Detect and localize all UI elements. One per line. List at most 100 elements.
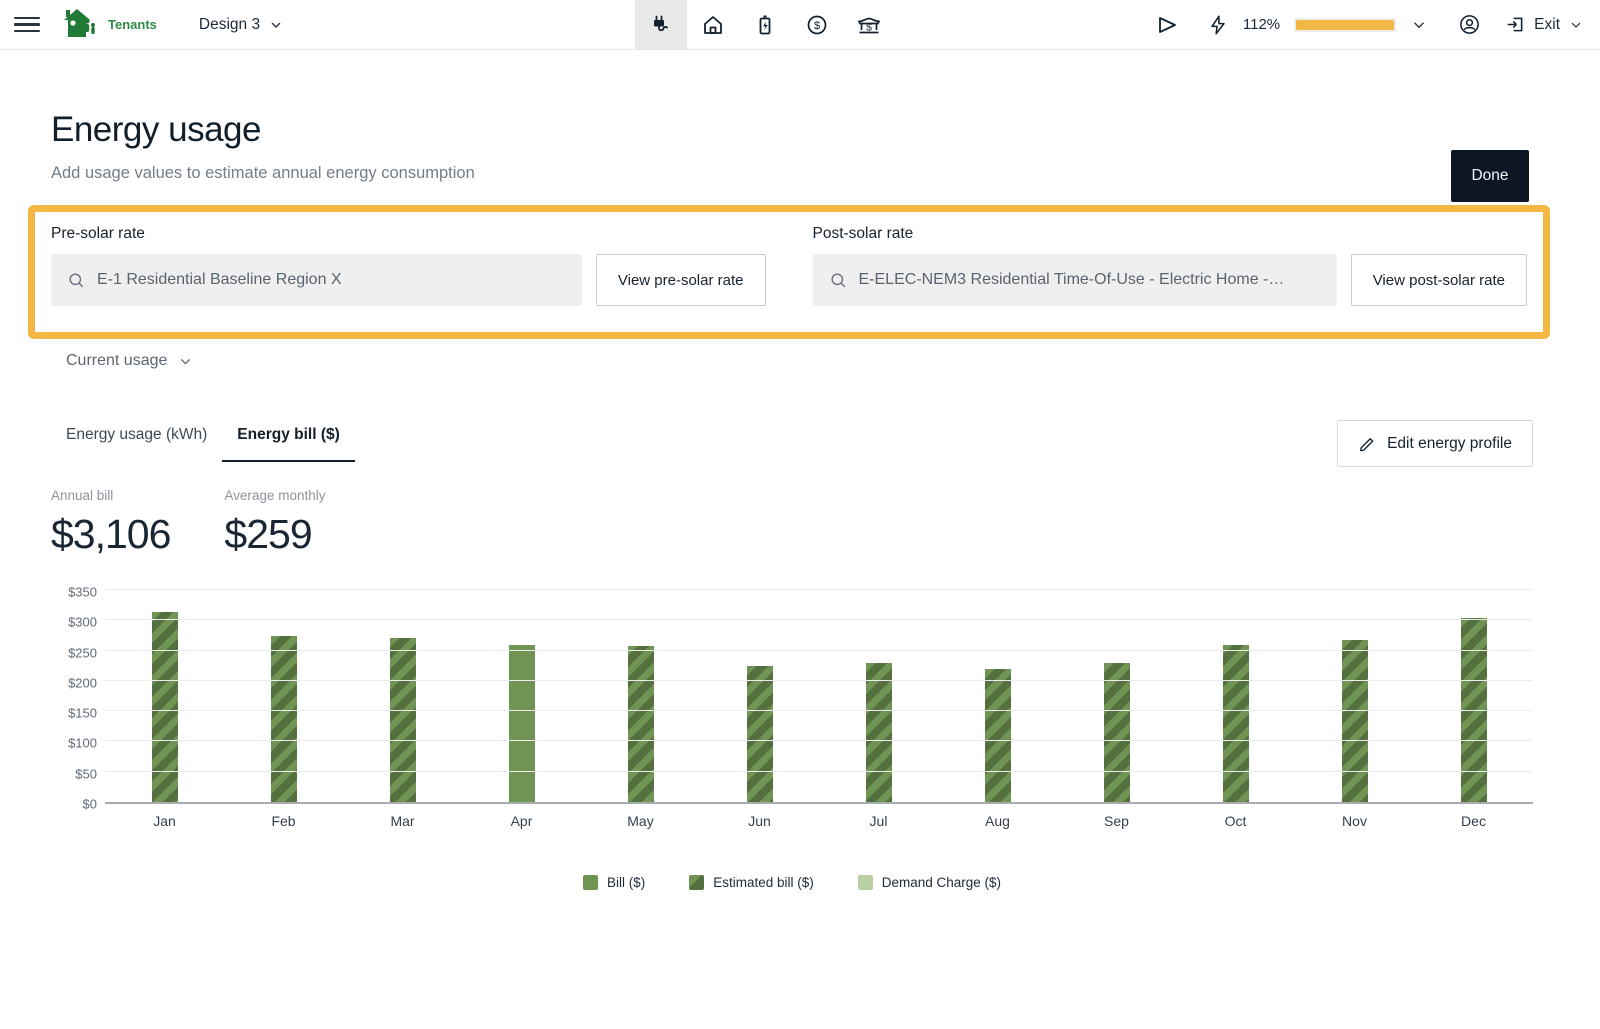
battery-icon	[753, 13, 777, 37]
tab-energy-bill[interactable]: Energy bill ($)	[222, 420, 355, 462]
page-subtitle: Add usage values to estimate annual ener…	[51, 164, 1533, 183]
help-support-icon[interactable]	[1458, 13, 1481, 36]
bill-bar-jul[interactable]	[866, 663, 892, 802]
bill-bar-may[interactable]	[628, 646, 654, 802]
design-selector-label: Design 3	[199, 16, 260, 34]
offset-percentage: 112%	[1243, 16, 1280, 33]
x-tick-label: Nov	[1295, 813, 1414, 829]
exit-icon	[1505, 14, 1526, 35]
run-simulation-icon[interactable]	[1155, 13, 1179, 37]
gridline	[105, 680, 1533, 681]
y-tick-label: $300	[68, 615, 97, 630]
chart-legend: Bill ($) Estimated bill ($) Demand Charge …	[51, 875, 1533, 890]
chevron-down-icon[interactable]	[1410, 16, 1428, 34]
search-icon	[829, 271, 848, 290]
average-monthly-value: $259	[224, 511, 325, 558]
bill-bar-jun[interactable]	[747, 666, 773, 802]
plug-icon	[649, 13, 673, 37]
pre-solar-rate-value: E-1 Residential Baseline Region X	[97, 271, 342, 289]
annual-bill-label: Annual bill	[51, 488, 170, 503]
gridline	[105, 619, 1533, 620]
chevron-down-icon	[1568, 17, 1584, 33]
chevron-down-icon	[177, 353, 194, 370]
annual-bill-value: $3,106	[51, 511, 170, 558]
edit-energy-profile-button[interactable]: Edit energy profile	[1337, 420, 1533, 467]
pencil-icon	[1358, 434, 1377, 453]
legend-item: Demand Charge ($)	[858, 875, 1001, 890]
battery-tool-button[interactable]	[739, 0, 791, 49]
x-tick-label: Sep	[1057, 813, 1176, 829]
brand-name: Tenants	[108, 17, 157, 32]
gridline	[105, 710, 1533, 711]
offset-progress-fill	[1296, 20, 1394, 30]
x-tick-label: Feb	[224, 813, 343, 829]
post-solar-rate-section: Post-solar rate E-ELEC-NEM3 Residential …	[813, 225, 1528, 306]
dollar-coin-icon: $	[805, 13, 829, 37]
post-solar-rate-input[interactable]: E-ELEC-NEM3 Residential Time-Of-Use - El…	[813, 254, 1337, 306]
svg-text:$: $	[814, 20, 820, 32]
bill-bar-feb[interactable]	[271, 636, 297, 802]
legend-label: Estimated bill ($)	[713, 875, 814, 890]
legend-item: Bill ($)	[583, 875, 645, 890]
pricing-tool-button[interactable]: $	[791, 0, 843, 49]
svg-text:$: $	[866, 21, 872, 33]
electrical-plug-tool-button[interactable]	[635, 0, 687, 49]
rate-selection-highlight: Pre-solar rate E-1 Residential Baseline …	[28, 205, 1550, 339]
x-tick-label: Jan	[105, 813, 224, 829]
view-pre-solar-rate-button[interactable]: View pre-solar rate	[596, 254, 766, 306]
average-monthly-label: Average monthly	[224, 488, 325, 503]
y-tick-label: $50	[75, 766, 97, 781]
search-icon	[67, 271, 86, 290]
legend-item: Estimated bill ($)	[689, 875, 814, 890]
x-tick-label: Jul	[819, 813, 938, 829]
y-tick-label: $150	[68, 706, 97, 721]
bill-bar-oct[interactable]	[1223, 645, 1249, 802]
x-tick-label: Apr	[462, 813, 581, 829]
financing-tool-button[interactable]: $	[843, 0, 895, 49]
home-tool-button[interactable]	[687, 0, 739, 49]
legend-label: Bill ($)	[607, 875, 645, 890]
average-monthly-stat: Average monthly $259	[224, 488, 325, 558]
current-usage-toggle[interactable]: Current usage	[66, 352, 194, 370]
post-solar-rate-value: E-ELEC-NEM3 Residential Time-Of-Use - El…	[859, 271, 1285, 289]
x-tick-label: Dec	[1414, 813, 1533, 829]
exit-label: Exit	[1534, 16, 1560, 34]
chart-y-axis: $0$50$100$150$200$250$300$350	[51, 592, 105, 804]
gridline	[105, 771, 1533, 772]
legend-swatch-icon	[858, 875, 873, 890]
top-toolbar: Tenants Design 3	[0, 0, 1600, 50]
bill-bar-apr[interactable]	[509, 645, 535, 802]
done-button[interactable]: Done	[1451, 150, 1529, 202]
current-usage-label: Current usage	[66, 352, 167, 370]
tenants-house-logo-icon	[58, 7, 102, 43]
usage-tabs: Energy usage (kWh) Energy bill ($)	[51, 420, 355, 462]
x-tick-label: May	[581, 813, 700, 829]
y-tick-label: $100	[68, 736, 97, 751]
exit-button[interactable]: Exit	[1505, 14, 1584, 35]
bill-bar-sep[interactable]	[1104, 663, 1130, 802]
pre-solar-rate-section: Pre-solar rate E-1 Residential Baseline …	[51, 225, 766, 306]
chevron-down-icon	[268, 17, 284, 33]
y-tick-label: $200	[68, 675, 97, 690]
view-post-solar-rate-button[interactable]: View post-solar rate	[1351, 254, 1527, 306]
legend-label: Demand Charge ($)	[882, 875, 1001, 890]
design-selector[interactable]: Design 3	[199, 16, 284, 34]
bank-dollar-icon: $	[856, 13, 882, 37]
hamburger-menu-icon[interactable]	[14, 12, 40, 38]
y-tick-label: $350	[68, 585, 97, 600]
pre-solar-rate-input[interactable]: E-1 Residential Baseline Region X	[51, 254, 582, 306]
tool-group: $ $	[635, 0, 895, 49]
chart-plot	[105, 592, 1533, 804]
x-tick-label: Aug	[938, 813, 1057, 829]
y-tick-label: $250	[68, 645, 97, 660]
y-tick-label: $0	[83, 797, 97, 812]
home-icon	[701, 13, 725, 37]
tab-energy-usage-kwh[interactable]: Energy usage (kWh)	[51, 420, 222, 462]
x-tick-label: Oct	[1176, 813, 1295, 829]
energy-offset-bolt-icon	[1207, 14, 1229, 36]
pre-solar-rate-label: Pre-solar rate	[51, 225, 766, 243]
bill-bar-jan[interactable]	[152, 612, 178, 802]
bill-bar-nov[interactable]	[1342, 640, 1368, 802]
bill-bar-aug[interactable]	[985, 669, 1011, 802]
bill-bar-mar[interactable]	[390, 638, 416, 802]
